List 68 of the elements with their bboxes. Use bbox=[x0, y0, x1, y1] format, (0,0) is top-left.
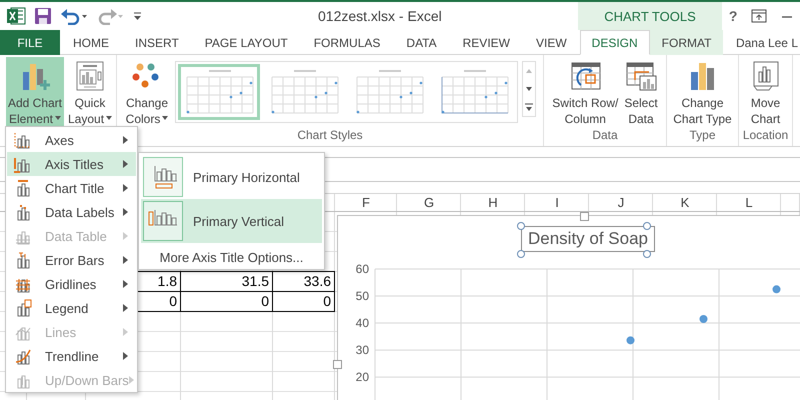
switch-table-icon bbox=[569, 60, 602, 92]
ribbon-display-icon[interactable] bbox=[751, 9, 768, 23]
selection-handle[interactable] bbox=[517, 222, 525, 230]
chart-title[interactable]: Density of Soap bbox=[521, 226, 656, 252]
menu-item[interactable]: Data Labels bbox=[7, 200, 136, 224]
help-button[interactable]: ? bbox=[728, 8, 738, 24]
layout-icon bbox=[74, 60, 106, 92]
axis-tick-label: 30 bbox=[356, 343, 369, 358]
window-title: 012zest.xlsx - Excel bbox=[318, 8, 442, 24]
ribbon-tab[interactable]: DATA bbox=[393, 30, 450, 55]
axis-tick-label: 50 bbox=[356, 289, 369, 304]
menu-item[interactable]: Axis Titles bbox=[7, 152, 136, 176]
ribbon-tab[interactable]: FORMULAS bbox=[300, 30, 394, 55]
change-colors-button[interactable]: Change Colors bbox=[124, 57, 170, 127]
trendline-icon bbox=[13, 347, 33, 365]
quick-layout-button[interactable]: Quick Layout bbox=[66, 57, 114, 127]
group-label: Type bbox=[689, 128, 716, 142]
select-data-button[interactable]: Select Data bbox=[622, 57, 660, 127]
axis-tick-label: 60 bbox=[356, 262, 369, 276]
change-chart-type-button[interactable]: Change Chart Type bbox=[671, 57, 734, 127]
axis-tick-label: 20 bbox=[356, 370, 369, 384]
column-header[interactable]: I bbox=[525, 193, 589, 212]
table-cell: 0 bbox=[272, 291, 335, 312]
ribbon-tab[interactable]: HOME bbox=[60, 30, 122, 55]
excel-logo-icon bbox=[6, 6, 26, 26]
menu-item[interactable]: Primary Vertical bbox=[141, 199, 322, 243]
chart-style-thumbnail[interactable] bbox=[178, 64, 260, 120]
switch-row-column-button[interactable]: Switch Row/ Column bbox=[550, 57, 620, 127]
save-icon[interactable] bbox=[34, 7, 52, 25]
menu-item[interactable]: More Axis Title Options... bbox=[141, 247, 322, 269]
menu-item[interactable]: Error Bars bbox=[7, 248, 136, 272]
menu-item[interactable]: Axes bbox=[7, 128, 136, 152]
redo-icon[interactable] bbox=[96, 7, 124, 25]
column-header[interactable]: J bbox=[589, 193, 653, 212]
ribbon-tab[interactable]: INSERT bbox=[122, 30, 192, 55]
group-label: Data bbox=[592, 128, 618, 142]
selection-handle[interactable] bbox=[643, 222, 651, 230]
chart-resize-handle[interactable] bbox=[333, 360, 342, 369]
undo-icon[interactable] bbox=[60, 7, 88, 25]
data-point bbox=[772, 285, 780, 294]
ribbon-tab[interactable]: REVIEW bbox=[450, 30, 523, 55]
menu-item[interactable]: Primary Horizontal bbox=[141, 155, 322, 199]
menu-item[interactable]: Trendline bbox=[7, 344, 136, 368]
column-header[interactable]: F bbox=[335, 193, 397, 212]
ribbon-tab[interactable]: DESIGN bbox=[580, 30, 650, 55]
context-tab-label: CHART TOOLS bbox=[578, 2, 722, 30]
selection-handle[interactable] bbox=[643, 250, 651, 258]
menu-item[interactable]: Chart Title bbox=[7, 176, 136, 200]
ribbon-tab[interactable]: PAGE LAYOUT bbox=[192, 30, 301, 55]
data-point bbox=[700, 315, 708, 323]
ribbon-tab[interactable]: FILE bbox=[0, 30, 60, 55]
move-chart-button[interactable]: Move Chart bbox=[748, 57, 784, 127]
select-data-icon bbox=[625, 60, 657, 92]
selection-handle[interactable] bbox=[517, 250, 525, 258]
chart-resize-handle[interactable] bbox=[580, 212, 589, 221]
user-name[interactable]: Dana Lee L bbox=[736, 36, 800, 50]
table-cell: 33.6 bbox=[272, 271, 335, 292]
data-point bbox=[626, 336, 634, 344]
column-header[interactable]: H bbox=[461, 193, 525, 212]
column-header[interactable]: K bbox=[653, 193, 717, 212]
ribbon-tab[interactable]: FORMAT bbox=[650, 30, 724, 55]
group-label: Location bbox=[742, 128, 788, 142]
ribbon-tab[interactable]: VIEW bbox=[522, 30, 580, 55]
column-header[interactable]: G bbox=[397, 193, 461, 212]
column-header[interactable]: L bbox=[717, 193, 781, 212]
group-label: Chart Styles bbox=[297, 128, 363, 142]
axis-tick-label: 40 bbox=[356, 316, 369, 330]
add-chart-element-button[interactable]: Add Chart Element bbox=[6, 57, 64, 127]
